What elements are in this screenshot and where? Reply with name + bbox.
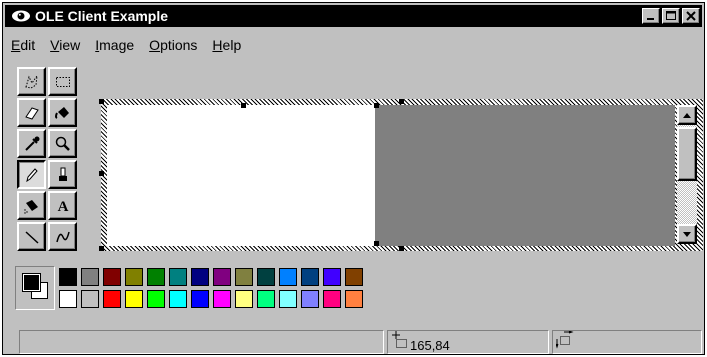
resize-handle[interactable] [99,246,104,251]
resize-handle[interactable] [99,99,104,104]
rect-select-icon [55,76,70,87]
palette-swatch[interactable] [301,290,319,308]
palette-swatch[interactable] [147,268,165,286]
tool-eraser[interactable] [17,98,46,127]
scroll-down-button[interactable] [677,224,697,244]
resize-handle[interactable] [374,103,379,108]
pencil-icon [25,167,38,182]
palette-swatch[interactable] [125,290,143,308]
palette-swatch[interactable] [257,268,275,286]
palette-swatch[interactable] [213,290,231,308]
status-message [19,330,384,354]
line-icon [24,230,39,244]
tool-magnifier[interactable] [48,129,77,158]
palette-swatch[interactable] [59,290,77,308]
tool-curve[interactable] [48,222,77,251]
palette-swatch[interactable] [103,290,121,308]
tool-line[interactable] [17,222,46,251]
palette-swatch[interactable] [323,290,341,308]
cursor-position-icon [392,331,407,348]
tool-fill-bucket[interactable] [48,98,77,127]
airbrush-icon [23,199,38,214]
tool-airbrush[interactable] [17,191,46,220]
color-picker-icon [24,136,39,151]
palette-swatch[interactable] [345,268,363,286]
menu-help[interactable]: Help [212,37,241,53]
tool-brush[interactable] [48,160,77,189]
window-title: OLE Client Example [35,8,169,24]
tool-pencil[interactable] [17,160,46,189]
menu-options[interactable]: Options [149,37,197,53]
palette-swatch[interactable] [103,268,121,286]
palette-swatch[interactable] [59,268,77,286]
palette-swatch[interactable] [213,268,231,286]
status-coords-panel: 165,84 [387,330,549,354]
text-icon: A [57,199,68,215]
eraser-icon [24,106,39,120]
resize-handle[interactable] [399,99,404,104]
palette-swatch[interactable] [345,290,363,308]
selection-size-icon [556,331,574,349]
brush-icon [58,167,67,181]
tool-color-picker[interactable] [17,129,46,158]
title-bar[interactable]: OLE Client Example [5,5,702,27]
menu-bar: Edit View Image Options Help [11,37,241,53]
app-window: OLE Client Example Edit View Image Options H… [2,2,705,355]
color-palette [15,266,370,311]
resize-handle[interactable] [99,171,104,176]
eye-icon [12,10,30,22]
svg-text:A: A [57,199,68,215]
resize-handle[interactable] [241,103,246,108]
magnifier-icon [55,136,70,151]
menu-image[interactable]: Image [95,37,134,53]
resize-handle[interactable] [399,246,404,251]
palette-swatch[interactable] [169,290,187,308]
palette-swatch[interactable] [169,268,187,286]
drawing-canvas[interactable] [107,105,375,246]
tool-rect-select[interactable] [48,67,77,96]
palette-swatch[interactable] [257,290,275,308]
current-colors[interactable] [15,266,55,310]
palette-swatch[interactable] [301,268,319,286]
palette-swatch[interactable] [235,290,253,308]
palette-swatch[interactable] [235,268,253,286]
palette-swatch[interactable] [279,268,297,286]
cursor-coords: 165,84 [410,338,450,353]
status-size-panel [552,330,702,354]
close-icon [686,11,696,21]
arrow-down-icon [683,231,691,237]
minimize-button[interactable] [642,8,660,24]
close-button[interactable] [682,8,700,24]
tool-box: A [15,65,95,253]
vertical-scrollbar[interactable] [675,105,699,246]
menu-edit[interactable]: Edit [11,37,35,53]
palette-swatch[interactable] [191,268,209,286]
palette-swatch[interactable] [147,290,165,308]
palette-swatch[interactable] [279,290,297,308]
tool-text[interactable]: A [48,191,77,220]
maximize-icon [666,11,676,20]
scroll-thumb[interactable] [677,127,697,181]
foreground-color[interactable] [22,273,41,292]
maximize-button[interactable] [662,8,680,24]
palette-swatch[interactable] [81,268,99,286]
curve-icon [55,231,70,242]
menu-view[interactable]: View [50,37,80,53]
palette-swatch[interactable] [125,268,143,286]
scroll-up-button[interactable] [677,105,697,125]
palette-swatch[interactable] [191,290,209,308]
arrow-up-icon [683,112,691,118]
free-form-select-icon [24,73,38,89]
minimize-icon [647,18,654,20]
fill-bucket-icon [54,106,69,119]
palette-swatch[interactable] [323,268,341,286]
palette-swatch[interactable] [81,290,99,308]
tool-free-form-select[interactable] [17,67,46,96]
status-bar: 165,84 [5,328,704,354]
resize-handle[interactable] [374,241,379,246]
